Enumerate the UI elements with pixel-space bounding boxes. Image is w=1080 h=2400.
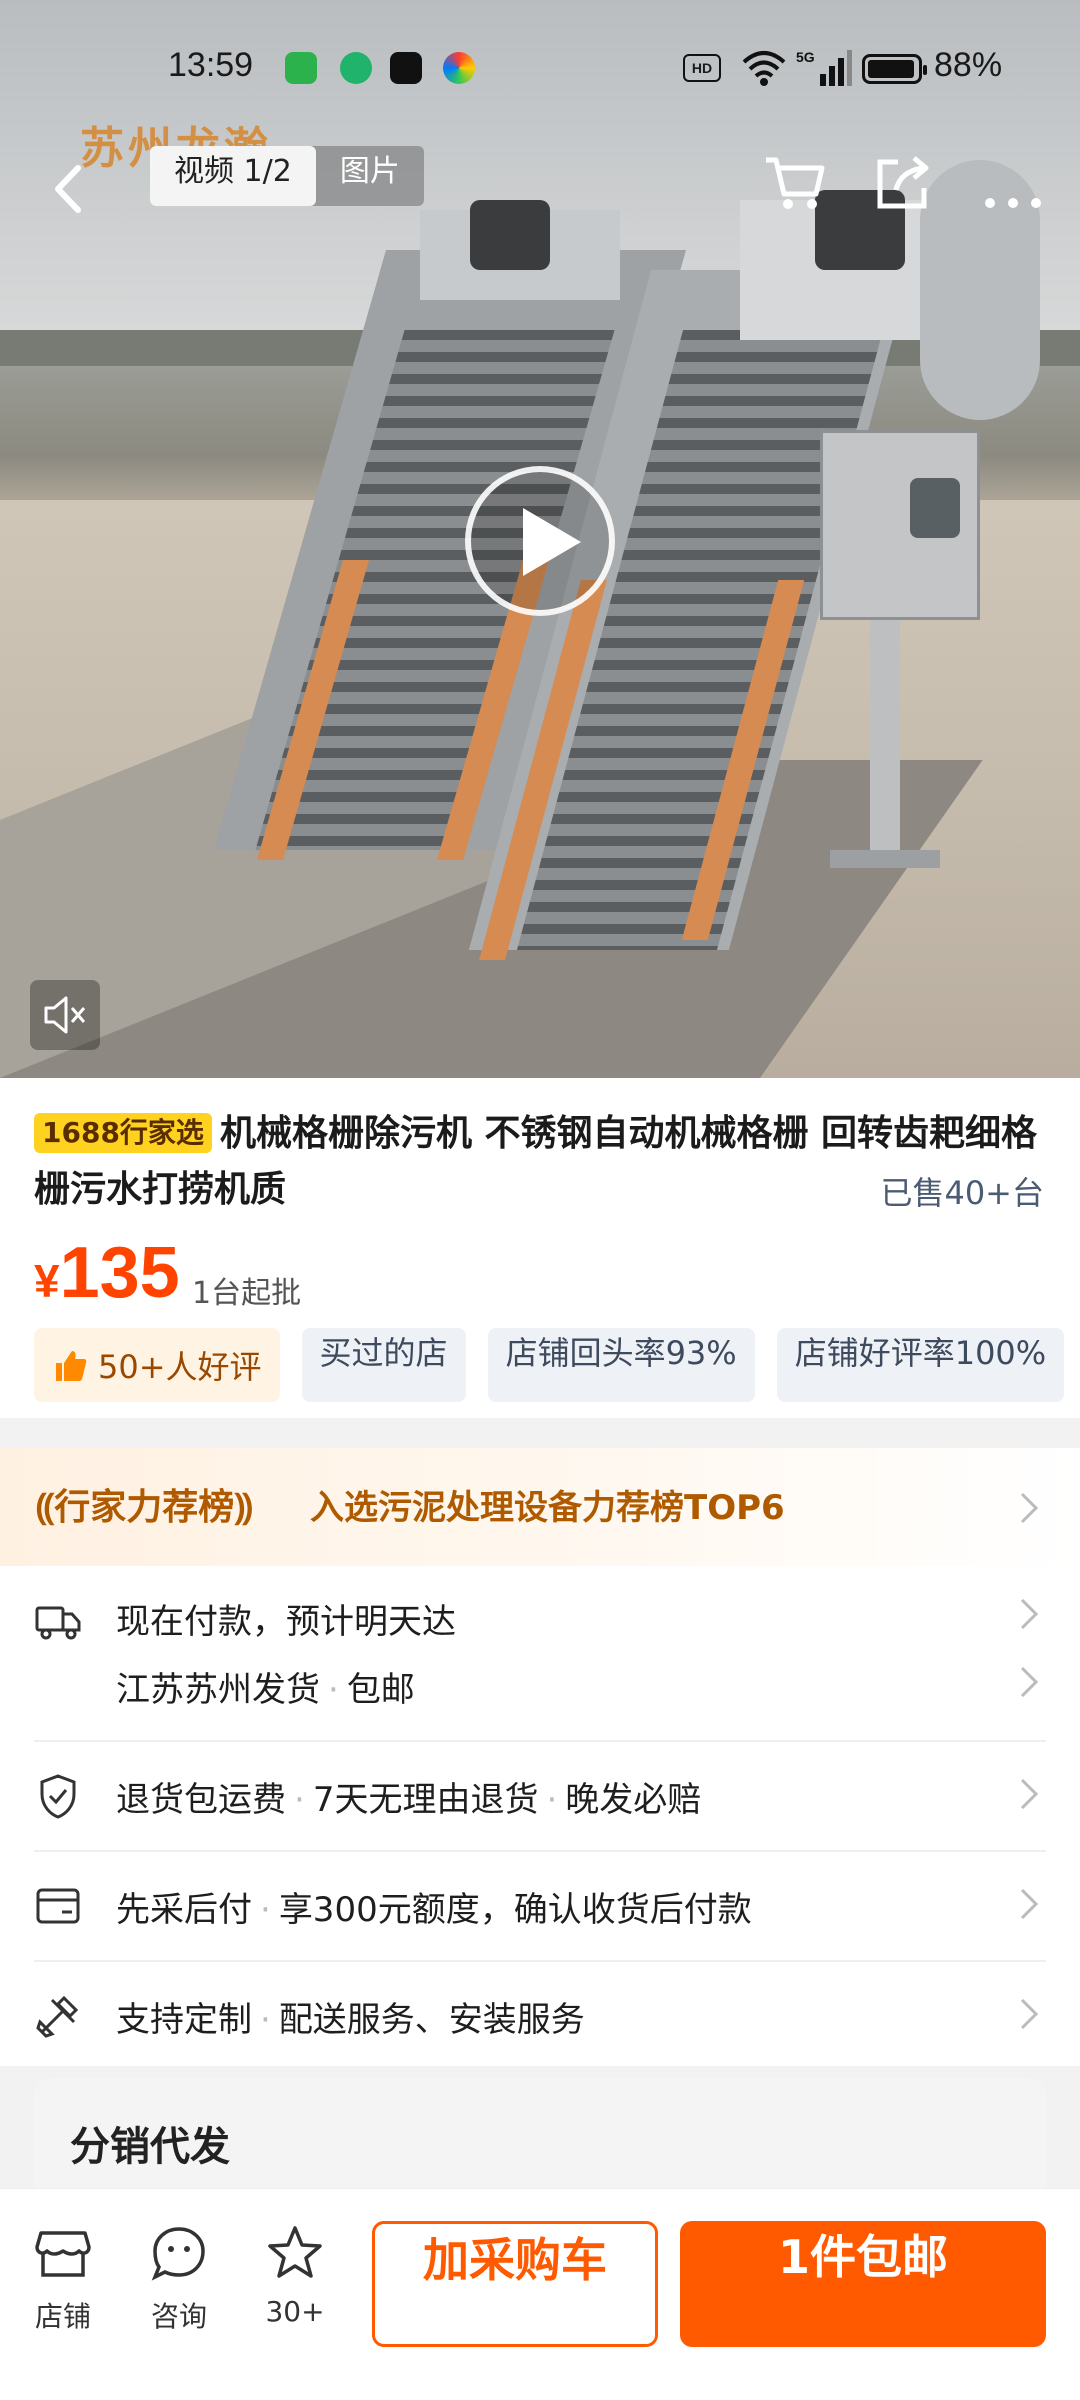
badge-row: 50+人好评 买过的店 店铺回头率93% 店铺好评率100% xyxy=(34,1328,1065,1402)
thumbs-up-icon xyxy=(56,1351,87,1381)
battery-percent: 88% xyxy=(934,46,1003,84)
rank-text: 入选污泥处理设备力荐榜TOP6 xyxy=(310,1488,785,1528)
back-icon[interactable] xyxy=(42,154,92,224)
buy-button[interactable]: 1件包邮 xyxy=(680,2221,1046,2347)
store-button[interactable]: 店铺 xyxy=(18,2223,108,2335)
tab-video[interactable]: 视频 1/2 xyxy=(150,146,316,206)
tag-badge: 1688行家选 xyxy=(34,1113,212,1153)
more-icon[interactable] xyxy=(980,170,1046,236)
star-icon xyxy=(268,2226,322,2278)
tab-images[interactable]: 图片 xyxy=(316,146,424,206)
control-cabinet-window xyxy=(910,478,960,538)
shipping-origin: 江苏苏州发货 · 包邮 xyxy=(116,1670,415,1710)
app-icon xyxy=(443,52,475,84)
mute-button[interactable] xyxy=(30,980,100,1050)
chevron-right-icon xyxy=(1020,1888,1039,1920)
chevron-right-icon xyxy=(1020,1778,1039,1810)
badge-store-rating[interactable]: 店铺好评率100% xyxy=(776,1328,1065,1402)
rank-label: ⸨行家力荐榜⸩ xyxy=(36,1487,253,1528)
distribution-title: 分销代发 xyxy=(70,2124,230,2170)
custom-text: 支持定制 · 配送服务、安装服务 xyxy=(116,2000,585,2040)
chevron-right-icon xyxy=(1020,1666,1039,1698)
chevron-right-icon xyxy=(1020,1998,1039,2030)
chat-icon xyxy=(151,2227,205,2281)
rating-badge-label: 50+人好评 xyxy=(98,1348,262,1386)
tiktok-icon xyxy=(390,52,422,84)
price: ¥135 xyxy=(34,1232,180,1314)
sold-count: 已售40+台 xyxy=(880,1174,1044,1212)
cart-icon[interactable] xyxy=(762,150,828,216)
rating-badge[interactable]: 50+人好评 xyxy=(34,1328,280,1402)
currency-symbol: ¥ xyxy=(34,1255,60,1307)
custom-row[interactable]: 支持定制 · 配送服务、安装服务 xyxy=(0,1962,1080,2070)
returns-text: 退货包运费 · 7天无理由退货 · 晚发必赔 xyxy=(116,1780,702,1820)
cabinet-post xyxy=(870,620,900,850)
recommend-rank[interactable]: ⸨行家力荐榜⸩ 入选污泥处理设备力荐榜TOP6 xyxy=(0,1448,1080,1566)
badge-repurchase[interactable]: 店铺回头率93% xyxy=(487,1328,755,1402)
pay-later-row[interactable]: 先采后付 · 享300元额度，确认收货后付款 xyxy=(0,1852,1080,1960)
min-order: 1台起批 xyxy=(192,1276,302,1311)
price-value: 135 xyxy=(59,1233,180,1313)
add-to-cart-button[interactable]: 加采购车 xyxy=(372,2221,658,2347)
svg-text:5G: 5G xyxy=(796,49,815,65)
store-label: 店铺 xyxy=(34,2300,91,2333)
card-icon xyxy=(36,1888,80,1924)
service-list: 现在付款，预计明天达 江苏苏州发货 · 包邮 退货包运费 · 7天无理由退货 · 晚发必赔 … xyxy=(0,1566,1080,2066)
battery-icon xyxy=(862,54,927,84)
play-icon[interactable] xyxy=(465,466,615,616)
status-bar: 13:59 HD 5G 88% xyxy=(0,40,1080,100)
app-icon xyxy=(340,52,372,84)
favorite-button[interactable]: 30+ xyxy=(250,2223,340,2328)
tools-icon xyxy=(36,1995,79,2038)
store-icon xyxy=(35,2231,91,2277)
signal-icon: 5G xyxy=(796,49,852,86)
chevron-right-icon xyxy=(1020,1598,1039,1630)
mute-icon xyxy=(44,996,86,1034)
share-icon[interactable] xyxy=(870,150,936,216)
returns-row[interactable]: 退货包运费 · 7天无理由退货 · 晚发必赔 xyxy=(0,1742,1080,1850)
chevron-right-icon xyxy=(1020,1492,1039,1524)
product-video[interactable]: 苏州龙瀚 13:59 HD 5G 88% 视频 1/2 图片 xyxy=(0,0,1080,1078)
media-tabs: 视频 1/2 图片 xyxy=(150,146,424,206)
shipping-eta: 现在付款，预计明天达 xyxy=(116,1602,456,1642)
laurel-right-icon: ⸩ xyxy=(234,1487,253,1528)
bottom-action-bar: 店铺 咨询 30+ 加采购车 1件包邮 xyxy=(0,2188,1080,2400)
top-bar: 视频 1/2 图片 xyxy=(0,140,1080,240)
consult-button[interactable]: 咨询 xyxy=(134,2223,224,2335)
truck-icon xyxy=(35,1606,81,1640)
consult-label: 咨询 xyxy=(150,2300,207,2333)
distribution-section: 分销代发 xyxy=(34,2078,1046,2198)
laurel-left-icon: ⸨ xyxy=(36,1487,55,1528)
hd-icon: HD xyxy=(683,54,721,82)
wifi-icon xyxy=(742,51,786,86)
favorite-count: 30+ xyxy=(265,2295,325,2328)
cabinet-post-base xyxy=(830,850,940,868)
product-info: 1688行家选 机械格栅除污机 不锈钢自动机械格栅 回转齿耙细格栅污水打捞机质 已… xyxy=(0,1078,1080,1418)
shield-check-icon xyxy=(40,1774,76,1819)
badge-bought-store[interactable]: 买过的店 xyxy=(301,1328,466,1402)
pay-later-text: 先采后付 · 享300元额度，确认收货后付款 xyxy=(116,1890,752,1930)
wechat-icon xyxy=(285,52,317,84)
status-time: 13:59 xyxy=(168,46,254,84)
shipping-row[interactable]: 现在付款，预计明天达 江苏苏州发货 · 包邮 xyxy=(0,1566,1080,1736)
